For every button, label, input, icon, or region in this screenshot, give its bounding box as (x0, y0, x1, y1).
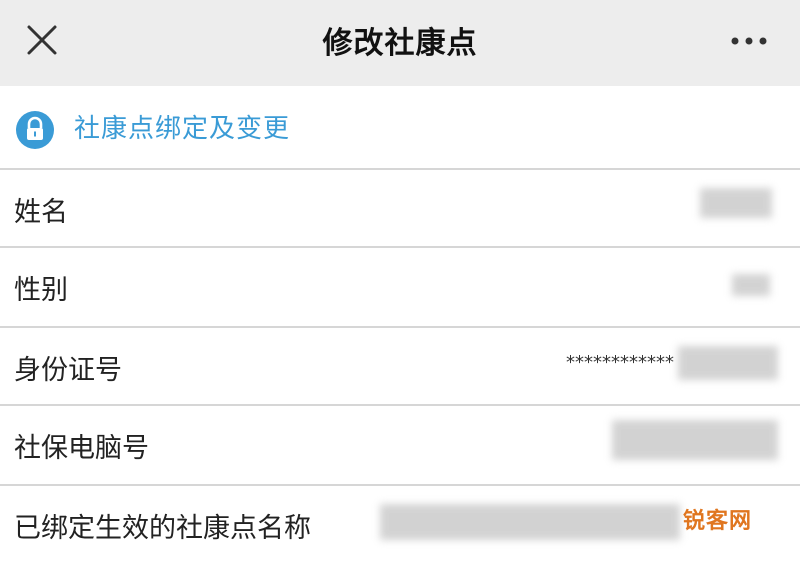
row-gender: 性别 (0, 246, 800, 326)
row-label-id-number: 身份证号 (14, 355, 122, 386)
more-button[interactable] (728, 30, 770, 52)
section-title: 社康点绑定及变更 (74, 114, 291, 144)
row-label-social-security-number: 社保电脑号 (14, 433, 149, 464)
row-bound-clinic: 已绑定生效的社康点名称 (0, 484, 800, 564)
row-name: 姓名 (0, 168, 800, 248)
row-value-id-number: ************ (566, 352, 674, 373)
row-id-number: 身份证号 ************ (0, 326, 800, 406)
blurred-value-bound-clinic (380, 504, 680, 540)
row-social-security-number: 社保电脑号 (0, 404, 800, 484)
row-label-name: 姓名 (14, 197, 68, 228)
lock-icon (16, 111, 54, 149)
row-label-gender: 性别 (14, 275, 68, 306)
blurred-value-gender (732, 274, 770, 296)
row-label-bound-clinic: 已绑定生效的社康点名称 (14, 513, 311, 544)
watermark: 锐客网 (682, 509, 752, 534)
top-bar: 修改社康点 (0, 0, 800, 86)
page-title: 修改社康点 (322, 26, 478, 61)
blurred-value-id-number (678, 346, 778, 380)
blurred-value-name (700, 188, 772, 218)
blurred-value-social-security-number (612, 420, 778, 460)
more-horizontal-icon (731, 37, 767, 45)
